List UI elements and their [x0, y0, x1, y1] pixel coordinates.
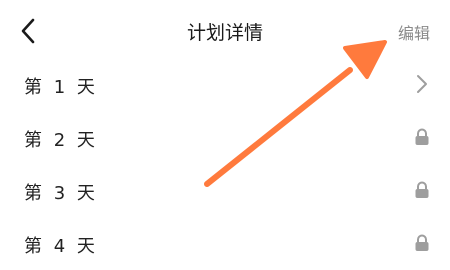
chevron-left-icon — [21, 18, 35, 44]
lock-icon — [412, 125, 432, 149]
lock-icon — [412, 231, 432, 255]
chevron-right-icon — [412, 72, 432, 96]
day-label: 第 1 天 — [24, 77, 98, 98]
page-title: 计划详情 — [186, 22, 263, 44]
day-row-3[interactable]: 第 3 天 — [0, 164, 450, 217]
day-label: 第 2 天 — [24, 130, 98, 151]
day-label: 第 4 天 — [24, 236, 98, 257]
header-bar: 计划详情 编辑 — [0, 0, 450, 62]
day-row-1[interactable]: 第 1 天 — [0, 58, 450, 111]
day-row-4[interactable]: 第 4 天 — [0, 217, 450, 270]
day-label: 第 3 天 — [24, 183, 98, 204]
day-list: 第 1 天 第 2 天 第 3 天 第 4 天 — [0, 58, 450, 270]
lock-icon — [412, 178, 432, 202]
plan-detail-screen: 计划详情 编辑 第 1 天 第 2 天 第 3 天 第 4 天 — [0, 0, 450, 270]
edit-button[interactable]: 编辑 — [398, 20, 430, 44]
day-row-2[interactable]: 第 2 天 — [0, 111, 450, 164]
back-button[interactable] — [14, 16, 42, 46]
